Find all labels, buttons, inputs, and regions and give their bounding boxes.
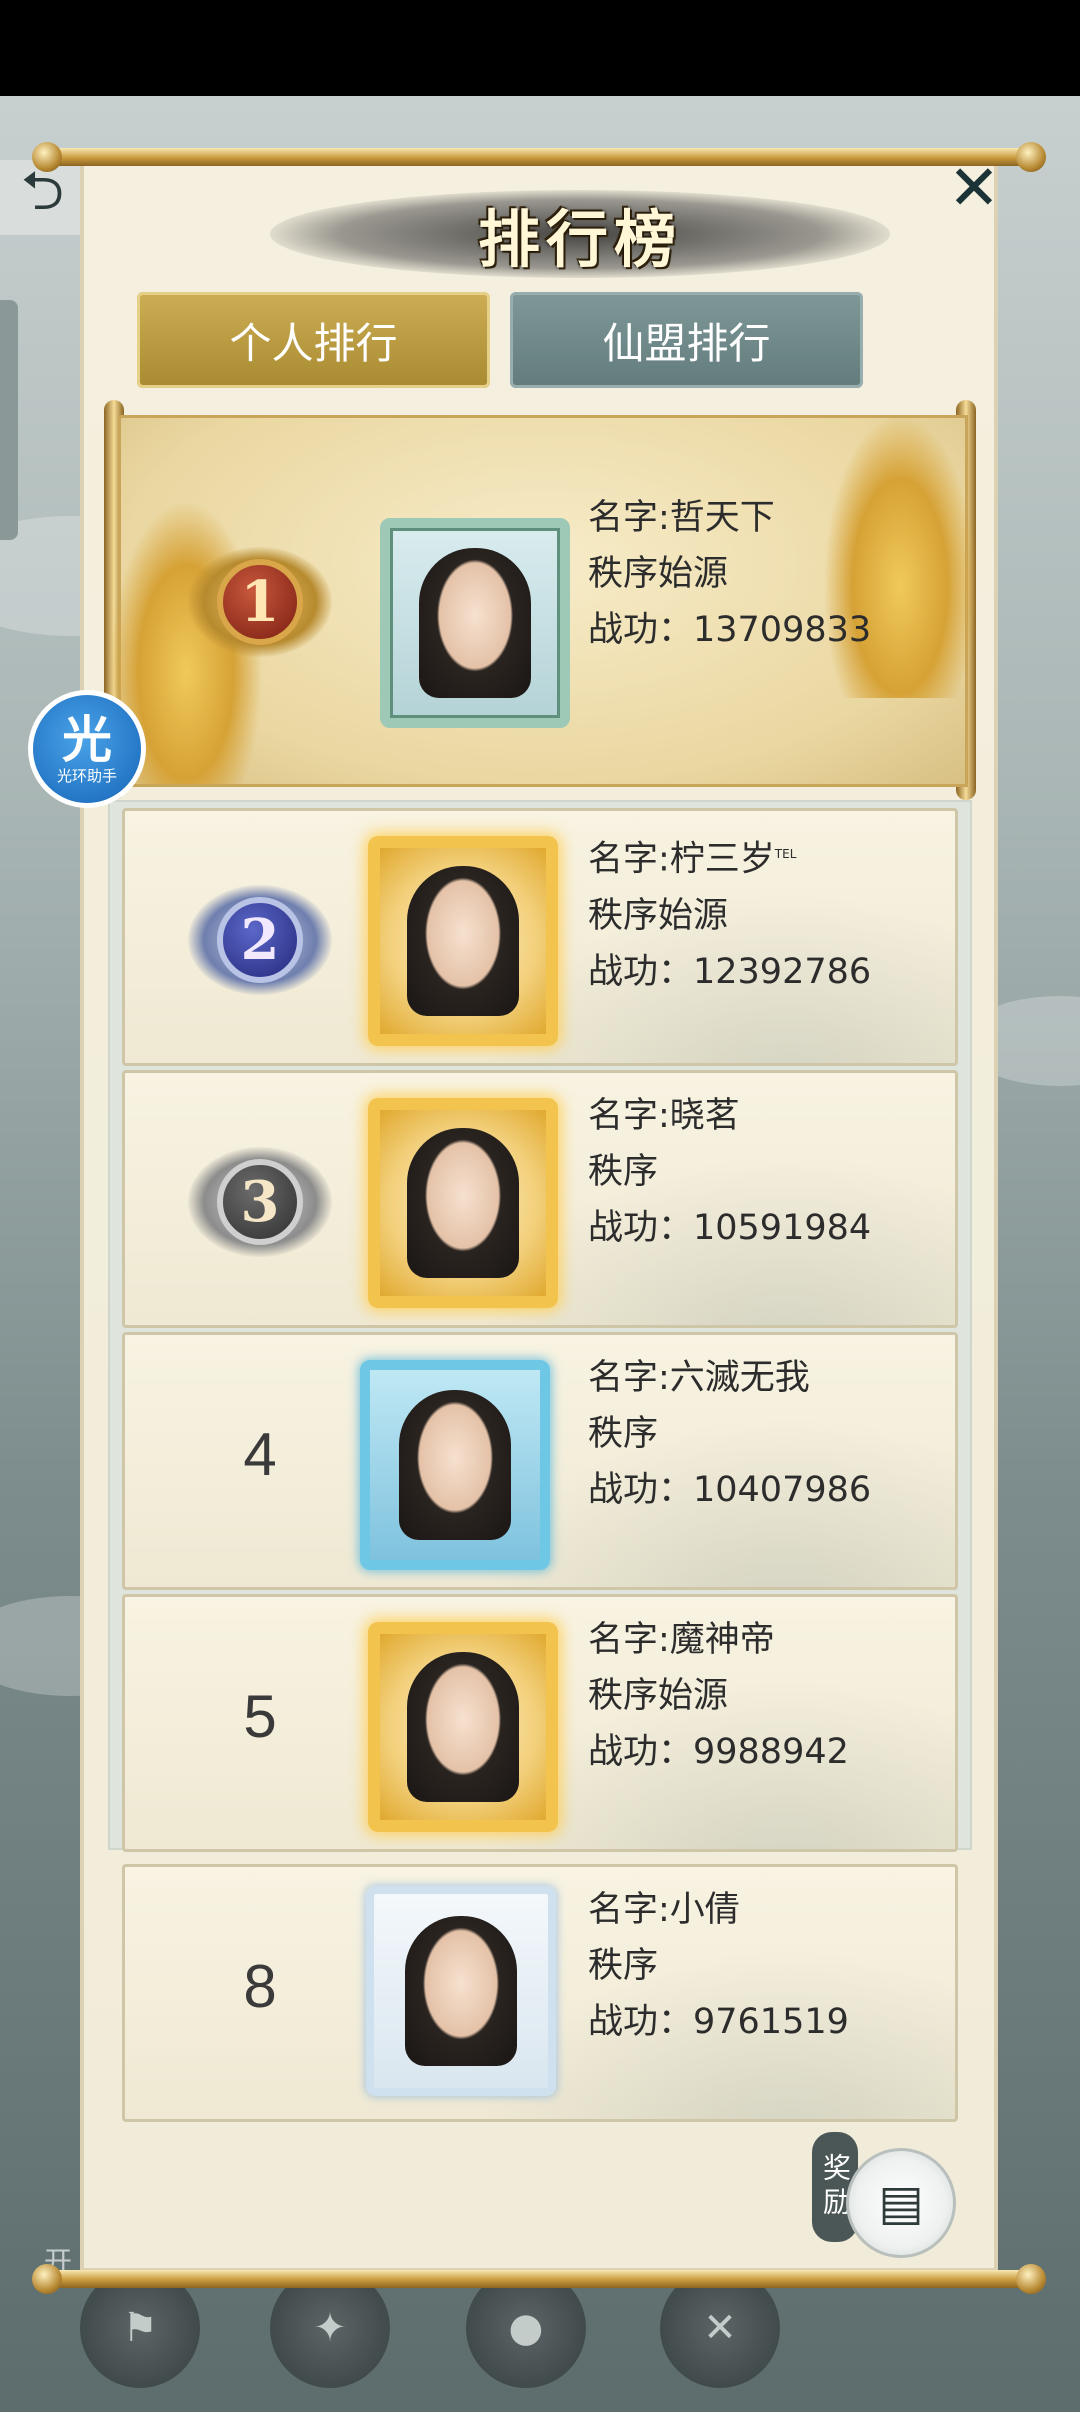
player-info: 名字:六滅无我 秩序 战功：10407986 (588, 1350, 871, 1518)
player-power: 战功：13709833 (588, 610, 872, 650)
tab-alliance-ranking[interactable]: 仙盟排行 (510, 292, 863, 388)
avatar-portrait (405, 1916, 517, 2066)
player-name: 名字:六滅无我 (588, 1358, 810, 1398)
tab-personal-ranking[interactable]: 个人排行 (137, 292, 490, 388)
player-power: 战功：12392786 (588, 951, 872, 992)
my-info: 名字:小倩 秩序 战功：9761519 (588, 1882, 849, 2050)
my-power: 战功：9761519 (588, 2002, 849, 2042)
side-drawer-tab[interactable] (0, 300, 18, 540)
close-icon: ✕ (948, 151, 1000, 224)
player-name: 名字:晓茗 (588, 1096, 740, 1136)
avatar-portrait (407, 1652, 519, 1802)
player-info: 名字:晓茗 秩序 战功：10591984 (588, 1088, 871, 1256)
avatar-portrait (399, 1390, 511, 1540)
player-power: 战功：10407986 (588, 1470, 872, 1510)
player-faction: 秩序始源 (588, 554, 729, 594)
my-rank-number: 8 (243, 1953, 277, 2020)
player-info: 名字:柠三岁TEL 秩序始源 战功：12392786 (588, 826, 871, 1000)
player-avatar[interactable] (368, 836, 558, 1046)
rank-number: 1 (217, 559, 303, 645)
rank-number: 4 (243, 1421, 277, 1488)
rank-medal-1: 1 (188, 540, 332, 664)
player-avatar[interactable] (380, 518, 570, 728)
player-name: 名字:魔神帝 (588, 1620, 775, 1660)
avatar-portrait (407, 1128, 519, 1278)
rank-number: 3 (217, 1159, 303, 1245)
my-avatar[interactable] (366, 1886, 556, 2096)
reward-chest-button[interactable]: ▤ (846, 2148, 956, 2258)
player-faction: 秩序 (588, 1414, 659, 1454)
player-avatar[interactable] (368, 1622, 558, 1832)
bottom-scroll-rod (32, 2264, 1046, 2294)
rank-number: 5 (243, 1683, 277, 1750)
helper-logo-icon: 光 (62, 711, 112, 769)
treasure-chest-icon: ▤ (878, 2175, 924, 2231)
player-faction: 秩序始源 (588, 1676, 729, 1716)
rank-medal-3: 3 (188, 1140, 332, 1264)
player-avatar[interactable] (368, 1098, 558, 1308)
avatar-portrait (407, 866, 519, 1016)
player-name: 名字:柠三岁 (588, 839, 775, 880)
rank-number: 2 (217, 897, 303, 983)
player-faction: 秩序 (588, 1152, 659, 1192)
status-bar (0, 0, 1080, 96)
page-title: 排行榜 (477, 203, 682, 276)
player-info: 名字:哲天下 秩序始源 战功：13709833 (588, 490, 871, 658)
player-info: 名字:魔神帝 秩序始源 战功：9988942 (588, 1612, 849, 1780)
name-suffix: TEL (774, 847, 797, 861)
player-name: 名字:哲天下 (588, 498, 775, 538)
rank-medal-2: 2 (188, 878, 332, 1002)
player-faction: 秩序始源 (588, 895, 729, 936)
player-avatar[interactable] (360, 1360, 550, 1570)
my-name: 名字:小倩 (588, 1890, 740, 1930)
avatar-portrait (419, 548, 531, 698)
helper-label: 光环助手 (56, 767, 117, 785)
halo-helper-button[interactable]: 光 光环助手 (28, 690, 146, 808)
close-button[interactable]: ✕ (946, 157, 1002, 219)
player-power: 战功：10591984 (588, 1208, 872, 1248)
player-power: 战功：9988942 (588, 1732, 849, 1772)
top-scroll-rod (32, 142, 1046, 172)
my-faction: 秩序 (588, 1946, 659, 1986)
